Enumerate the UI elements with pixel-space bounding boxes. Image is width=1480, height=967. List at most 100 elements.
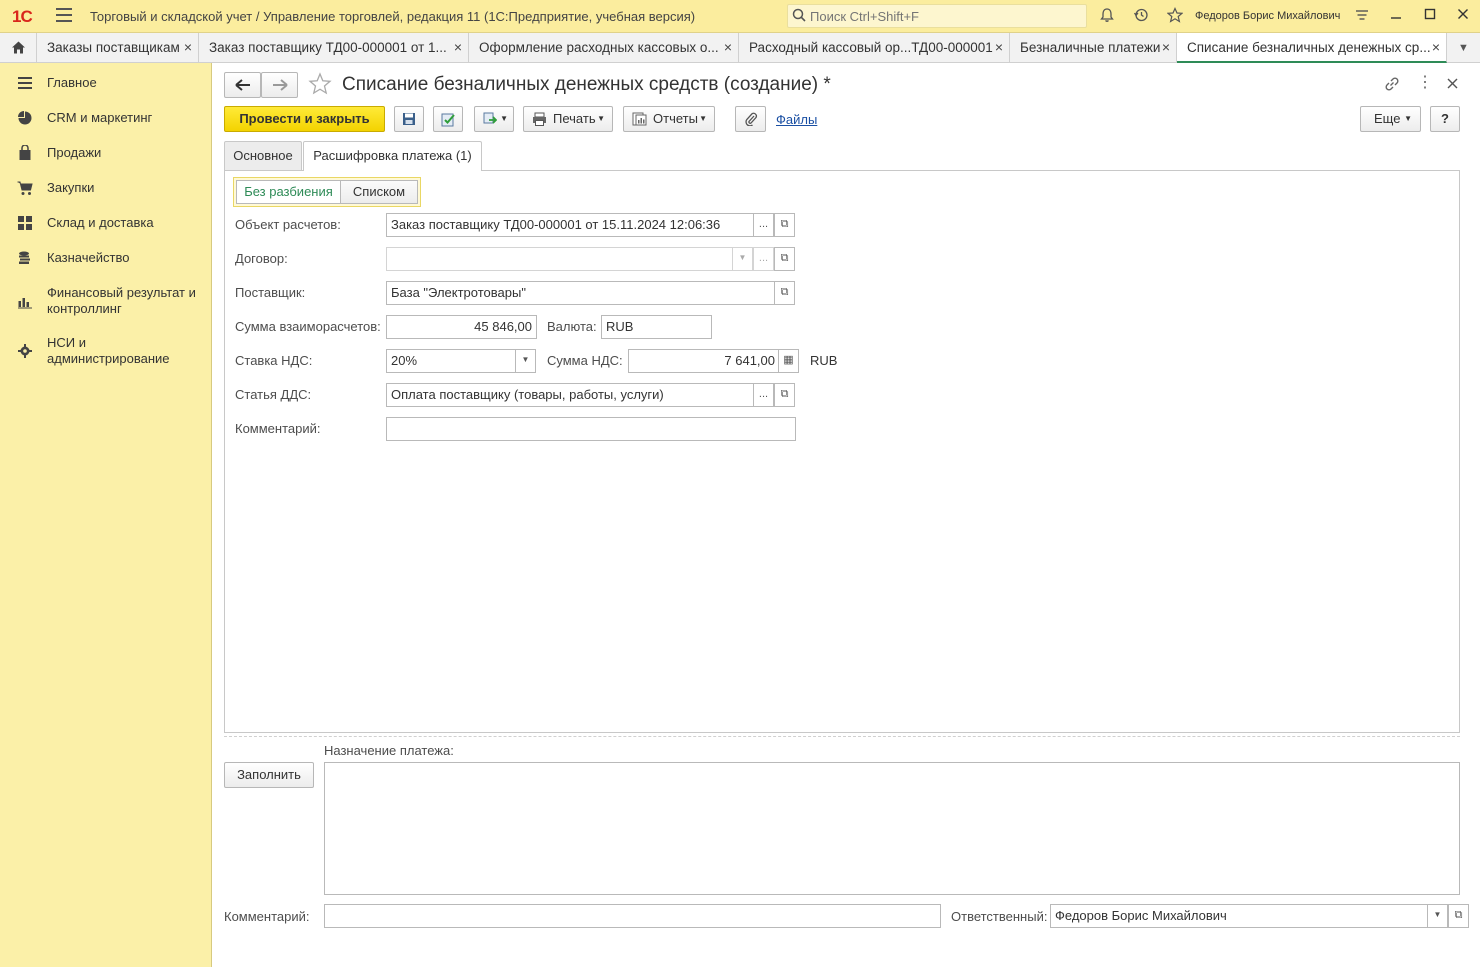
sidebar-item-financial-result[interactable]: Финансовый результат и контроллинг (0, 285, 212, 325)
tab-payment-breakdown[interactable]: Расшифровка платежа (1) (303, 141, 482, 171)
open-icon[interactable]: ⧉ (774, 213, 795, 237)
line-comment-field[interactable] (386, 417, 796, 441)
favorites-star-icon[interactable] (1166, 7, 1184, 25)
more-button[interactable]: Еще ▼ (1360, 106, 1421, 132)
arrow-left-icon (234, 79, 250, 91)
vat-rate-field[interactable]: 20% (386, 349, 517, 373)
mode-no-split[interactable]: Без разбиения (236, 180, 341, 204)
paperclip-icon (744, 112, 757, 127)
close-icon[interactable]: × (1432, 39, 1440, 55)
contract-label: Договор: (235, 251, 288, 266)
sidebar-item-purchases[interactable]: Закупки (0, 180, 212, 210)
open-windows-bar: Заказы поставщикам × Заказ поставщику ТД… (0, 33, 1480, 63)
currency-field[interactable]: RUB (601, 315, 712, 339)
current-user[interactable]: Федоров Борис Михайлович (1195, 10, 1340, 22)
save-icon (403, 113, 415, 125)
minimize-button[interactable] (1386, 6, 1406, 26)
print-button[interactable]: Печать ▼ (523, 106, 613, 132)
open-icon[interactable]: ⧉ (774, 383, 795, 407)
post-document-icon (441, 113, 455, 127)
more-actions-icon[interactable]: ⋮ (1417, 75, 1433, 91)
close-form-icon[interactable] (1447, 78, 1458, 89)
global-search[interactable] (787, 4, 1087, 28)
back-button[interactable] (224, 72, 261, 98)
reports-icon (632, 112, 647, 126)
dropdown-icon[interactable]: ▼ (732, 247, 753, 271)
arrow-right-icon (272, 79, 288, 91)
supplier-field[interactable]: База "Электротовары" (386, 281, 775, 305)
tab-supplier-orders[interactable]: Заказы поставщикам × (37, 33, 199, 63)
gear-icon (18, 344, 32, 358)
sidebar-item-warehouse[interactable]: Склад и доставка (0, 215, 212, 245)
home-tab[interactable] (0, 33, 37, 63)
tabs-dropdown-icon[interactable]: ▼ (1447, 33, 1480, 63)
settings-lines-icon[interactable] (1353, 7, 1371, 25)
chevron-down-icon: ▼ (597, 114, 605, 123)
tab-noncash-payments[interactable]: Безналичные платежи × (1010, 33, 1177, 63)
close-icon[interactable]: × (1162, 39, 1170, 55)
history-icon[interactable] (1132, 7, 1150, 25)
comment-field[interactable] (324, 904, 941, 928)
sidebar-item-treasury[interactable]: Казначейство (0, 250, 212, 280)
calculator-icon[interactable]: ▦ (778, 349, 799, 373)
post-button[interactable] (433, 106, 463, 132)
menu-icon[interactable] (56, 8, 72, 24)
sidebar-item-crm[interactable]: CRM и маркетинг (0, 110, 212, 140)
cash-flow-item-field[interactable]: Оплата поставщику (товары, работы, услуг… (386, 383, 754, 407)
settlement-object-field[interactable]: Заказ поставщику ТД00-000001 от 15.11.20… (386, 213, 754, 237)
fill-button[interactable]: Заполнить (224, 762, 314, 788)
close-icon[interactable]: × (995, 39, 1003, 55)
tab-main[interactable]: Основное (224, 141, 302, 170)
close-icon[interactable]: × (184, 39, 192, 55)
sidebar-item-main[interactable]: Главное (0, 75, 212, 105)
tab-cash-order[interactable]: Расходный кассовый ор...ТД00-000001 × (739, 33, 1010, 63)
open-icon[interactable]: ⧉ (774, 247, 795, 271)
select-button[interactable]: ... (753, 213, 774, 237)
bell-icon[interactable] (1098, 7, 1116, 25)
save-button[interactable] (394, 106, 424, 132)
chevron-down-icon: ▼ (1404, 114, 1412, 123)
close-window-button[interactable] (1453, 6, 1473, 26)
search-input[interactable] (808, 7, 1078, 25)
reports-button[interactable]: Отчеты ▼ (623, 106, 715, 132)
close-icon[interactable]: × (454, 39, 462, 55)
splitter[interactable] (224, 736, 1460, 737)
amount-field[interactable]: 45 846,00 (386, 315, 537, 339)
select-button[interactable]: ... (753, 247, 774, 271)
vat-currency: RUB (810, 353, 838, 368)
contract-field[interactable] (386, 247, 733, 271)
tab-noncash-writeoff[interactable]: Списание безналичных денежных ср... × (1177, 33, 1447, 63)
dropdown-icon[interactable]: ▼ (1427, 904, 1448, 928)
attach-file-button[interactable] (735, 106, 766, 132)
vat-rate-label: Ставка НДС: (235, 353, 313, 368)
open-icon[interactable]: ⧉ (1448, 904, 1469, 928)
home-icon (12, 41, 25, 54)
tab-cash-outflow-processing[interactable]: Оформление расходных кассовых о... × (469, 33, 739, 63)
amount-label: Сумма взаиморасчетов: (235, 319, 381, 334)
post-and-close-button[interactable]: Провести и закрыть (224, 106, 385, 132)
open-icon[interactable]: ⧉ (774, 281, 795, 305)
sidebar-item-sales[interactable]: Продажи (0, 145, 212, 175)
sidebar-item-admin[interactable]: НСИ и администрирование (0, 335, 212, 375)
files-link[interactable]: Файлы (776, 112, 817, 127)
link-icon[interactable] (1383, 75, 1401, 93)
maximize-button[interactable] (1420, 6, 1440, 26)
cart-icon (17, 181, 33, 195)
forward-button[interactable] (261, 72, 298, 98)
purpose-label: Назначение платежа: (324, 743, 454, 758)
create-based-on-button[interactable]: ▼ (474, 106, 514, 132)
responsible-label: Ответственный: (951, 909, 1048, 924)
help-button[interactable]: ? (1430, 106, 1460, 132)
vat-amount-field[interactable]: 7 641,00 (628, 349, 780, 373)
responsible-field[interactable]: Федоров Борис Михайлович (1050, 904, 1429, 928)
favorite-star-icon[interactable] (308, 72, 332, 96)
currency-label: Валюта: (547, 319, 597, 334)
mode-list[interactable]: Списком (340, 180, 418, 204)
dropdown-icon[interactable]: ▼ (515, 349, 536, 373)
app-logo: 1С (12, 7, 33, 26)
close-icon[interactable]: × (724, 39, 732, 55)
tab-supplier-order[interactable]: Заказ поставщику ТД00-000001 от 1... × (199, 33, 469, 63)
line-comment-label: Комментарий: (235, 421, 321, 436)
select-button[interactable]: ... (753, 383, 774, 407)
purpose-textarea[interactable] (324, 762, 1460, 895)
